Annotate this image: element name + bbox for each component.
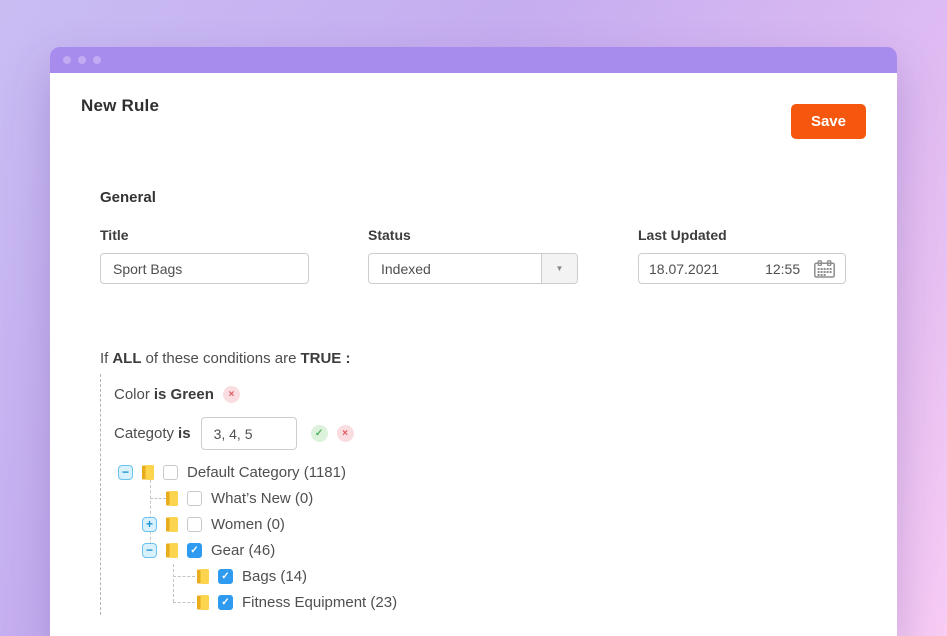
title-field-group: Title bbox=[100, 227, 309, 284]
remove-icon[interactable]: × bbox=[337, 425, 354, 442]
condition-row-category: Categotyis ✓ × bbox=[101, 417, 866, 450]
calendar-icon[interactable] bbox=[814, 260, 835, 278]
window-dot-icon bbox=[93, 56, 101, 64]
title-input[interactable] bbox=[100, 253, 309, 284]
status-field-group: Status Indexed ▼ bbox=[368, 227, 578, 284]
date-value: 18.07.2021 bbox=[649, 261, 719, 277]
last-updated-input[interactable]: 18.07.2021 12:55 bbox=[638, 253, 846, 284]
collapse-icon[interactable]: − bbox=[142, 543, 157, 558]
condition-bold-text: is Green bbox=[154, 386, 214, 403]
condition-bold-text: is bbox=[178, 425, 191, 442]
general-section: General Title Status Indexed ▼ Last Upda… bbox=[100, 189, 866, 284]
last-updated-label: Last Updated bbox=[638, 227, 846, 243]
intro-text: of these conditions are bbox=[146, 350, 297, 367]
condition-text: Categoty bbox=[114, 425, 174, 442]
tree-row: What’s New (0) bbox=[101, 485, 866, 511]
section-heading: General bbox=[100, 189, 866, 206]
condition-text: Color bbox=[114, 386, 150, 403]
category-checkbox[interactable] bbox=[187, 491, 202, 506]
folder-icon bbox=[166, 517, 178, 532]
tree-row: ✓ Fitness Equipment (23) bbox=[101, 589, 866, 615]
category-checkbox[interactable]: ✓ bbox=[218, 595, 233, 610]
category-label[interactable]: Bags (14) bbox=[242, 568, 307, 585]
tree-row: + Women (0) bbox=[101, 511, 866, 537]
tree-row: − Default Category (1181) bbox=[101, 459, 866, 485]
chevron-down-icon[interactable]: ▼ bbox=[541, 254, 577, 283]
status-select[interactable]: Indexed ▼ bbox=[368, 253, 578, 284]
category-checkbox[interactable] bbox=[187, 517, 202, 532]
status-label: Status bbox=[368, 227, 578, 243]
page-title: New Rule bbox=[81, 96, 159, 116]
approve-icon[interactable]: ✓ bbox=[311, 425, 328, 442]
page-header: New Rule Save bbox=[81, 96, 866, 159]
tree-row: ✓ Bags (14) bbox=[101, 563, 866, 589]
category-ids-input[interactable] bbox=[201, 417, 297, 450]
intro-text: If bbox=[100, 350, 108, 367]
folder-icon bbox=[197, 595, 209, 610]
conditions-intro: IfALL of these conditions areTRUE : bbox=[100, 350, 866, 367]
folder-icon bbox=[142, 465, 154, 480]
tree-row: − ✓ Gear (46) bbox=[101, 537, 866, 563]
title-label: Title bbox=[100, 227, 309, 243]
fields-row: Title Status Indexed ▼ Last Updated 18.0… bbox=[100, 227, 866, 284]
status-selected-value: Indexed bbox=[369, 261, 431, 277]
remove-condition-icon[interactable]: × bbox=[223, 386, 240, 403]
save-button[interactable]: Save bbox=[791, 104, 866, 139]
last-updated-field-group: Last Updated 18.07.2021 12:55 bbox=[638, 227, 846, 284]
folder-icon bbox=[166, 543, 178, 558]
category-checkbox[interactable] bbox=[163, 465, 178, 480]
intro-all: ALL bbox=[112, 350, 141, 367]
category-checkbox[interactable]: ✓ bbox=[218, 569, 233, 584]
category-tree: − Default Category (1181) What’s New (0) bbox=[101, 459, 866, 615]
conditions-body: Coloris Green × Categotyis ✓ × − bbox=[100, 374, 866, 615]
category-label[interactable]: Women (0) bbox=[211, 516, 285, 533]
collapse-icon[interactable]: − bbox=[118, 465, 133, 480]
page-content: New Rule Save General Title Status Index… bbox=[50, 73, 897, 636]
app-window: New Rule Save General Title Status Index… bbox=[50, 47, 897, 636]
category-label[interactable]: Fitness Equipment (23) bbox=[242, 594, 397, 611]
folder-icon bbox=[197, 569, 209, 584]
window-dot-icon bbox=[63, 56, 71, 64]
condition-row-color: Coloris Green × bbox=[101, 382, 866, 406]
conditions-section: IfALL of these conditions areTRUE : Color… bbox=[100, 350, 866, 615]
category-label[interactable]: Default Category (1181) bbox=[187, 464, 346, 481]
time-value: 12:55 bbox=[765, 261, 800, 277]
expand-icon[interactable]: + bbox=[142, 517, 157, 532]
category-checkbox[interactable]: ✓ bbox=[187, 543, 202, 558]
category-label[interactable]: What’s New (0) bbox=[211, 490, 313, 507]
window-dot-icon bbox=[78, 56, 86, 64]
intro-true: TRUE : bbox=[300, 350, 350, 367]
category-label[interactable]: Gear (46) bbox=[211, 542, 275, 559]
folder-icon bbox=[166, 491, 178, 506]
window-titlebar bbox=[50, 47, 897, 73]
